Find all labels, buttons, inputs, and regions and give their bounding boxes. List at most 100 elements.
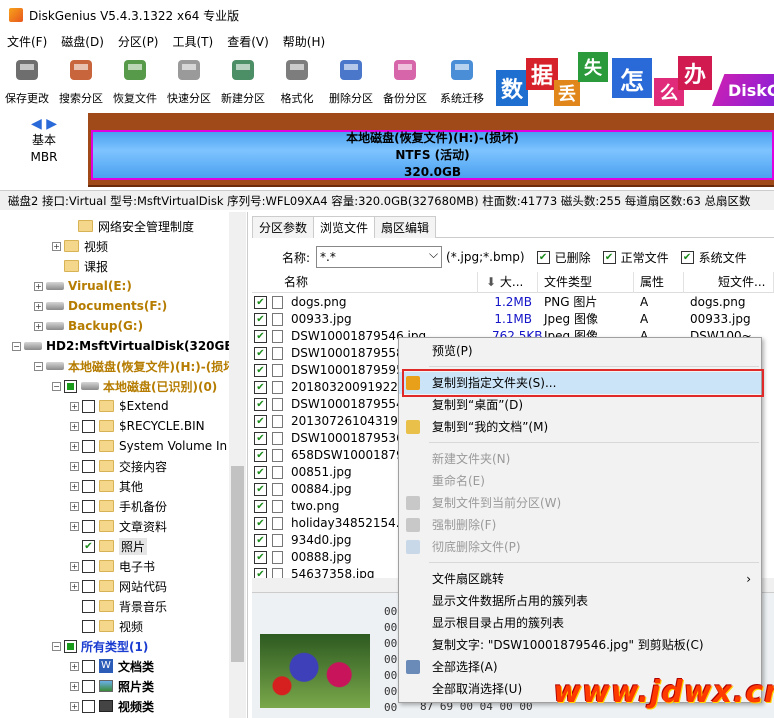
tree-node[interactable]: + 其他 <box>70 476 143 496</box>
expander-icon[interactable]: − <box>52 381 61 391</box>
tree-checkbox[interactable] <box>64 379 77 393</box>
col-type[interactable]: 文件类型 <box>538 272 634 293</box>
file-row[interactable]: ✔ 00933.jpg 1.1MB Jpeg 图像 A 00933.jpg <box>252 311 774 328</box>
tree-node[interactable]: + 文章资料 <box>70 516 167 536</box>
promo-banner[interactable]: 数据丢失怎么办 DiskG <box>496 52 774 106</box>
tree-checkbox[interactable] <box>82 619 95 633</box>
tree-node[interactable]: + 网站代码 <box>70 576 167 596</box>
tree-node[interactable]: 背景音乐 <box>70 596 167 616</box>
context-item-15[interactable]: 复制文字: "DSW10001879546.jpg" 到剪贴板(C) <box>399 634 761 656</box>
tree-node[interactable]: − 所有类型(1) <box>52 636 148 656</box>
tree-node[interactable]: − 本地磁盘(已识别)(0) <box>52 376 217 396</box>
expander-icon[interactable]: + <box>34 301 43 311</box>
tree-checkbox[interactable] <box>82 579 95 593</box>
menu-item-4[interactable]: 查看(V) <box>220 33 276 50</box>
file-row[interactable]: ✔ dogs.png 1.2MB PNG 图片 Adogs.png <box>252 294 774 311</box>
file-checkbox[interactable]: ✔ <box>254 432 267 445</box>
tree-checkbox[interactable] <box>82 559 95 573</box>
tab-1[interactable]: 浏览文件 <box>313 216 376 238</box>
tree-checkbox[interactable] <box>82 479 95 493</box>
expander-icon[interactable]: + <box>70 661 79 671</box>
tab-2[interactable]: 扇区编辑 <box>374 216 437 238</box>
toolbar-button-6[interactable]: 删除分区 <box>324 52 378 108</box>
tree-checkbox[interactable] <box>82 699 95 713</box>
tab-0[interactable]: 分区参数 <box>252 216 315 238</box>
expander-icon[interactable]: + <box>70 521 79 531</box>
toolbar-button-1[interactable]: 搜索分区 <box>54 52 108 108</box>
expander-icon[interactable]: + <box>70 441 79 451</box>
tree-checkbox[interactable] <box>82 439 95 453</box>
tree-node[interactable]: + 交接内容 <box>70 456 167 476</box>
tree-checkbox[interactable] <box>82 419 95 433</box>
expander-icon[interactable]: + <box>70 461 79 471</box>
tree-checkbox[interactable] <box>82 399 95 413</box>
expander-icon[interactable]: + <box>70 481 79 491</box>
menu-item-1[interactable]: 磁盘(D) <box>54 33 111 50</box>
tree-node[interactable]: ✔ 照片 <box>70 536 148 556</box>
expander-icon[interactable]: + <box>34 321 43 331</box>
tree-node[interactable]: + Backup(G:) <box>34 316 143 336</box>
toolbar-button-5[interactable]: 格式化 <box>270 52 324 108</box>
toolbar-button-2[interactable]: 恢复文件 <box>108 52 162 108</box>
file-checkbox[interactable]: ✔ <box>254 398 267 411</box>
context-item-4[interactable]: 复制到“我的文档”(M) <box>399 416 761 438</box>
file-checkbox[interactable]: ✔ <box>254 330 267 343</box>
tree-node[interactable]: + 照片类 <box>70 676 154 696</box>
tree-node[interactable]: + 视频类 <box>70 696 154 716</box>
tree-node[interactable]: − HD2:MsftVirtualDisk(320GB) <box>12 336 239 356</box>
tree-node[interactable]: + $RECYCLE.BIN <box>70 416 205 436</box>
col-name[interactable]: 名称 <box>278 272 478 293</box>
tree-checkbox[interactable] <box>82 499 95 513</box>
menu-item-3[interactable]: 工具(T) <box>166 33 221 50</box>
tree-node[interactable]: 网络安全管理制度 <box>66 216 194 236</box>
tree-scroll-thumb[interactable] <box>231 466 244 662</box>
tree-node[interactable]: + 视频 <box>52 236 108 256</box>
toolbar-button-8[interactable]: 系统迁移 <box>432 52 492 108</box>
tree-checkbox[interactable] <box>82 659 95 673</box>
expander-icon[interactable]: + <box>70 561 79 571</box>
col-size[interactable]: ⬇ 大... <box>478 272 538 293</box>
file-checkbox[interactable]: ✔ <box>254 500 267 513</box>
tree-node[interactable]: + W 文档类 <box>70 656 154 676</box>
toolbar-button-3[interactable]: 快速分区 <box>162 52 216 108</box>
expander-icon[interactable]: + <box>52 241 61 251</box>
menu-item-5[interactable]: 帮助(H) <box>276 33 332 50</box>
file-checkbox[interactable]: ✔ <box>254 313 267 326</box>
col-attr[interactable]: 属性 <box>634 272 684 293</box>
tree-checkbox[interactable] <box>82 599 95 613</box>
name-filter-input[interactable]: *.* <box>316 244 443 268</box>
expander-icon[interactable]: + <box>70 421 79 431</box>
file-checkbox[interactable]: ✔ <box>254 483 267 496</box>
expander-icon[interactable]: + <box>70 701 79 711</box>
tree-node[interactable]: + Virual(E:) <box>34 276 132 296</box>
expander-icon[interactable]: + <box>70 681 79 691</box>
file-checkbox[interactable]: ✔ <box>254 551 267 564</box>
expander-icon[interactable]: + <box>70 501 79 511</box>
expander-icon[interactable]: + <box>70 581 79 591</box>
file-checkbox[interactable]: ✔ <box>254 466 267 479</box>
col-short[interactable]: 短文件... <box>684 272 774 293</box>
context-item-14[interactable]: 显示根目录占用的簇列表 <box>399 612 761 634</box>
file-checkbox[interactable]: ✔ <box>254 296 267 309</box>
context-item-12[interactable]: 文件扇区跳转 › <box>399 568 761 590</box>
tree-checkbox[interactable] <box>64 639 77 653</box>
tree-node[interactable]: + Documents(F:) <box>34 296 167 316</box>
expander-icon[interactable]: − <box>12 341 21 351</box>
context-item-3[interactable]: 复制到“桌面”(D) <box>399 394 761 416</box>
tree-node[interactable]: + 手机备份 <box>70 496 167 516</box>
expander-icon[interactable]: − <box>34 361 43 371</box>
file-checkbox[interactable]: ✔ <box>254 534 267 547</box>
tree-node[interactable]: + System Volume In <box>70 436 227 456</box>
tree-checkbox[interactable] <box>82 519 95 533</box>
tree-node[interactable]: + $Extend <box>70 396 169 416</box>
normal-files-checkbox[interactable]: ✔ 正常文件 <box>602 249 669 266</box>
file-checkbox[interactable]: ✔ <box>254 364 267 377</box>
file-checkbox[interactable]: ✔ <box>254 449 267 462</box>
file-checkbox[interactable]: ✔ <box>254 517 267 530</box>
tree-node[interactable]: − 本地磁盘(恢复文件)(H:)-(损坏 <box>34 356 235 376</box>
tree-node[interactable]: + 电子书 <box>70 556 155 576</box>
expander-icon[interactable]: + <box>34 281 43 291</box>
toolbar-button-0[interactable]: 保存更改 <box>0 52 54 108</box>
toolbar-button-4[interactable]: 新建分区 <box>216 52 270 108</box>
menu-item-0[interactable]: 文件(F) <box>0 33 54 50</box>
